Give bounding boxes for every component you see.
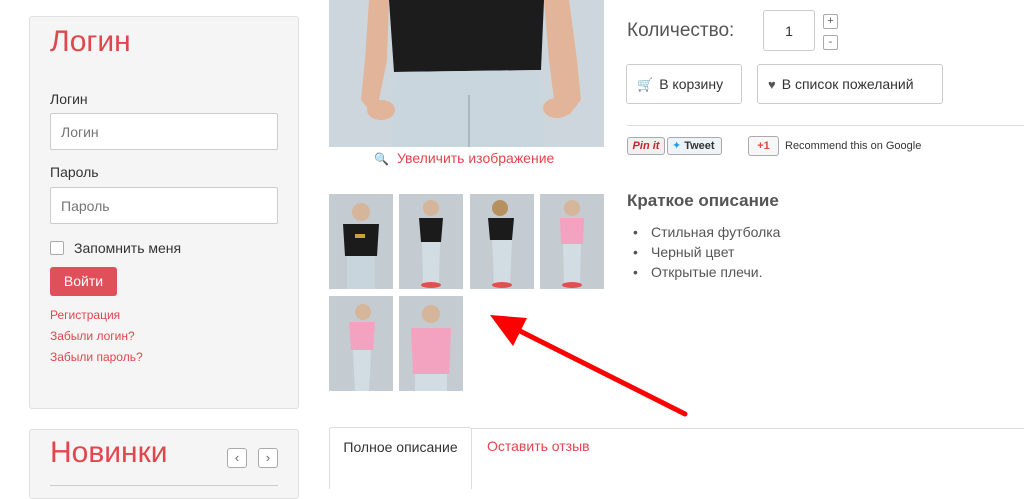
list-item: Черный цвет: [633, 242, 780, 262]
login-panel-title: Логин: [50, 25, 131, 58]
twitter-bird-icon: ✦: [672, 140, 682, 152]
cart-icon: 🛒: [637, 77, 654, 92]
password-input[interactable]: [50, 187, 278, 224]
product-thumbnail-4[interactable]: [540, 194, 604, 289]
remember-label: Запомнить меня: [74, 240, 182, 256]
panel-divider: [50, 485, 278, 486]
magnifier-icon: 🔍: [374, 152, 389, 166]
list-item: Стильная футболка: [633, 222, 780, 242]
tweet-button[interactable]: ✦ Tweet: [667, 137, 722, 155]
chevron-right-icon[interactable]: ›: [258, 448, 278, 468]
wishlist-label: В список пожеланий: [781, 76, 914, 92]
password-label: Пароль: [50, 164, 99, 180]
wishlist-button[interactable]: ♥ В список пожеланий: [757, 64, 943, 104]
tweet-label: Tweet: [684, 140, 715, 152]
quantity-increment-button[interactable]: +: [823, 14, 838, 29]
tab-full-description[interactable]: Полное описание: [329, 427, 472, 489]
pinit-button[interactable]: Pin it: [627, 137, 665, 155]
google-recommend-text: Recommend this on Google: [785, 140, 922, 152]
forgot-password-link[interactable]: Забыли пароль?: [50, 350, 143, 364]
product-thumbnail-1[interactable]: [329, 194, 393, 289]
zoom-label: Увеличить изображение: [396, 150, 555, 166]
product-thumbnail-6[interactable]: [399, 296, 463, 391]
tab-write-review[interactable]: Оставить отзыв: [487, 438, 590, 454]
register-link[interactable]: Регистрация: [50, 308, 120, 322]
product-thumbnail-2[interactable]: [399, 194, 463, 289]
quantity-decrement-button[interactable]: -: [823, 35, 838, 50]
product-main-image[interactable]: [329, 0, 604, 147]
remember-checkbox[interactable]: [50, 241, 64, 255]
login-panel: Логин Логин Пароль Запомнить меня Войти …: [29, 16, 299, 409]
product-thumbnail-5[interactable]: [329, 296, 393, 391]
chevron-left-icon[interactable]: ‹: [227, 448, 247, 468]
new-items-title: Новинки: [50, 436, 168, 469]
share-divider: [627, 125, 1024, 126]
google-plus-button[interactable]: +1: [748, 136, 779, 156]
zoom-link[interactable]: 🔍 Увеличить изображение: [374, 150, 554, 166]
quantity-input[interactable]: 1: [763, 10, 815, 51]
forgot-login-link[interactable]: Забыли логин?: [50, 329, 135, 343]
short-description-list: Стильная футболка Черный цвет Открытые п…: [633, 222, 780, 282]
add-to-cart-button[interactable]: 🛒 В корзину: [626, 64, 742, 104]
username-input[interactable]: [50, 113, 278, 150]
username-label: Логин: [50, 91, 88, 107]
login-button[interactable]: Войти: [50, 267, 117, 296]
product-thumbnail-3[interactable]: [470, 194, 534, 289]
heart-icon: ♥: [768, 77, 776, 92]
quantity-label: Количество:: [627, 20, 735, 41]
short-description-title: Краткое описание: [627, 191, 779, 210]
add-to-cart-label: В корзину: [659, 76, 724, 92]
list-item: Открытые плечи.: [633, 262, 780, 282]
